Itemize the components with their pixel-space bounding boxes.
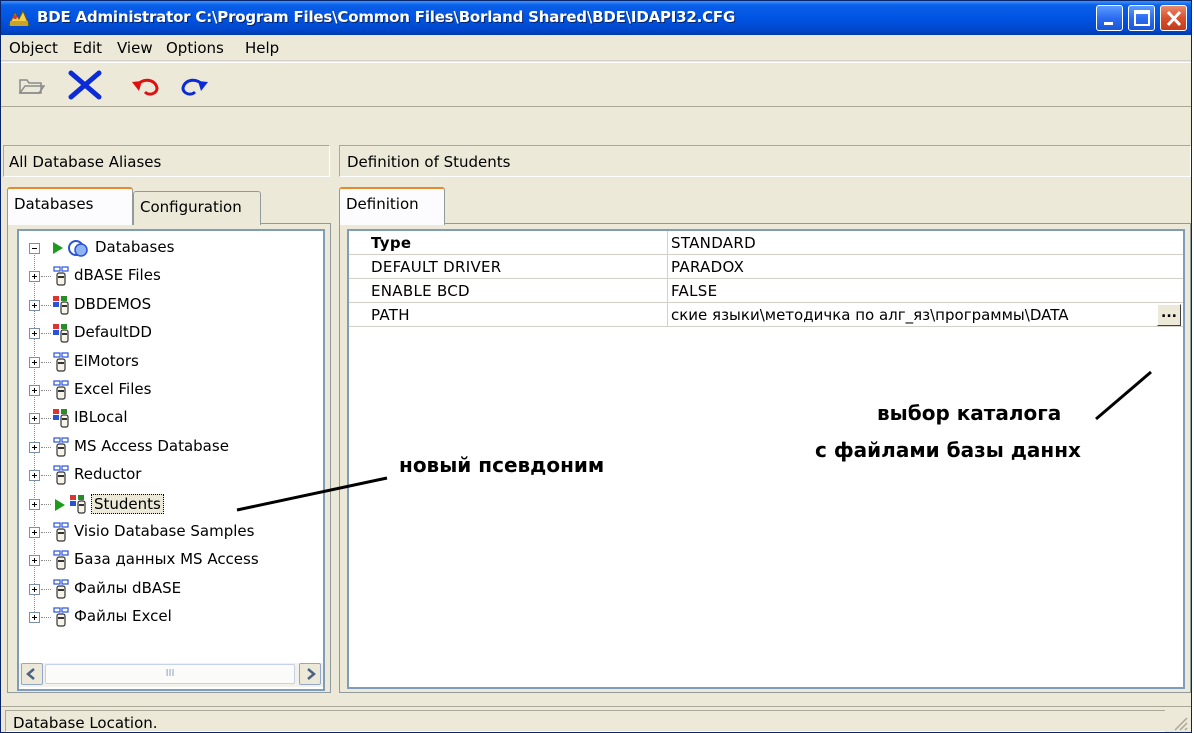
status-panel	[5, 710, 1165, 732]
choose-directory-annotation-line2: с файлами базы даннх	[815, 438, 1081, 462]
browse-pointer-line	[1095, 370, 1152, 421]
tab-definition[interactable]: Definition	[339, 187, 445, 225]
bde-administrator-window: BDE Administrator C:\Program Files\Commo…	[0, 0, 1192, 733]
status-text: Database Location.	[13, 714, 158, 732]
new-alias-pointer-line	[236, 476, 388, 512]
status-bar: Database Location.	[1, 706, 1191, 732]
resize-grip-icon[interactable]	[1171, 714, 1189, 732]
new-alias-annotation: новый псевдоним	[399, 453, 605, 477]
annotation-lines	[236, 370, 1152, 512]
tab-databases[interactable]: Databases	[7, 187, 133, 225]
choose-directory-annotation-line1: выбор каталога	[877, 401, 1062, 425]
